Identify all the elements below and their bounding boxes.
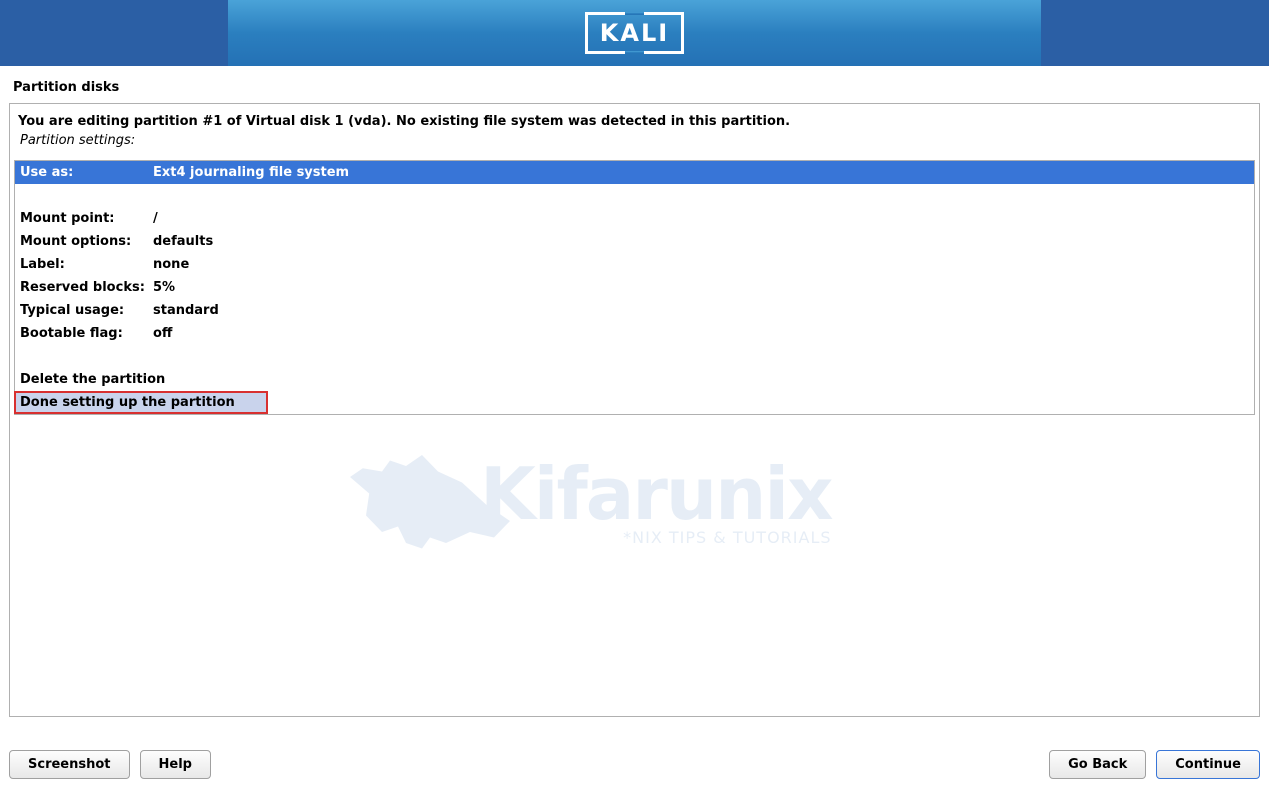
help-button[interactable]: Help — [140, 750, 211, 779]
setting-label: Bootable flag: — [20, 325, 153, 342]
page-title: Partition disks — [0, 66, 1269, 103]
watermark-main: Kifarunix — [480, 452, 832, 536]
action-done-setting-up[interactable]: Done setting up the partition — [14, 391, 268, 414]
setting-reserved-blocks[interactable]: Reserved blocks: 5% — [15, 276, 1254, 299]
setting-value: 5% — [153, 279, 175, 296]
setting-label-row[interactable]: Label: none — [15, 253, 1254, 276]
setting-label: Label: — [20, 256, 153, 273]
setting-value: defaults — [153, 233, 213, 250]
footer-left: Screenshot Help — [9, 750, 211, 779]
setting-value: off — [153, 325, 172, 342]
setting-use-as[interactable]: Use as: Ext4 journaling file system — [15, 161, 1254, 184]
action-delete-partition[interactable]: Delete the partition — [15, 368, 1254, 391]
main-panel: You are editing partition #1 of Virtual … — [9, 103, 1260, 717]
setting-value: / — [153, 210, 158, 227]
setting-value: Ext4 journaling file system — [153, 164, 349, 181]
blank-row — [15, 345, 1254, 368]
setting-value: none — [153, 256, 189, 273]
setting-label: Mount point: — [20, 210, 153, 227]
settings-list: Use as: Ext4 journaling file system Moun… — [14, 160, 1255, 415]
watermark-text: Kifarunix *NIX TIPS & TUTORIALS — [480, 452, 832, 547]
info-text: You are editing partition #1 of Virtual … — [10, 104, 1259, 131]
header-bar: KALI — [0, 0, 1269, 66]
header-center: KALI — [228, 0, 1041, 66]
watermark-sub: *NIX TIPS & TUTORIALS — [480, 528, 832, 547]
setting-label: Use as: — [20, 164, 153, 181]
blank-row — [15, 184, 1254, 207]
setting-mount-options[interactable]: Mount options: defaults — [15, 230, 1254, 253]
setting-typical-usage[interactable]: Typical usage: standard — [15, 299, 1254, 322]
rhino-icon — [350, 444, 510, 554]
setting-value: standard — [153, 302, 219, 319]
watermark: Kifarunix *NIX TIPS & TUTORIALS — [350, 444, 832, 554]
go-back-button[interactable]: Go Back — [1049, 750, 1146, 779]
setting-mount-point[interactable]: Mount point: / — [15, 207, 1254, 230]
setting-label: Mount options: — [20, 233, 153, 250]
footer-right: Go Back Continue — [1049, 750, 1260, 779]
kali-logo: KALI — [585, 12, 684, 54]
screenshot-button[interactable]: Screenshot — [9, 750, 130, 779]
footer: Screenshot Help Go Back Continue — [9, 750, 1260, 779]
setting-label: Typical usage: — [20, 302, 153, 319]
partition-settings-label: Partition settings: — [10, 131, 1259, 160]
setting-bootable-flag[interactable]: Bootable flag: off — [15, 322, 1254, 345]
setting-label: Reserved blocks: — [20, 279, 153, 296]
continue-button[interactable]: Continue — [1156, 750, 1260, 779]
